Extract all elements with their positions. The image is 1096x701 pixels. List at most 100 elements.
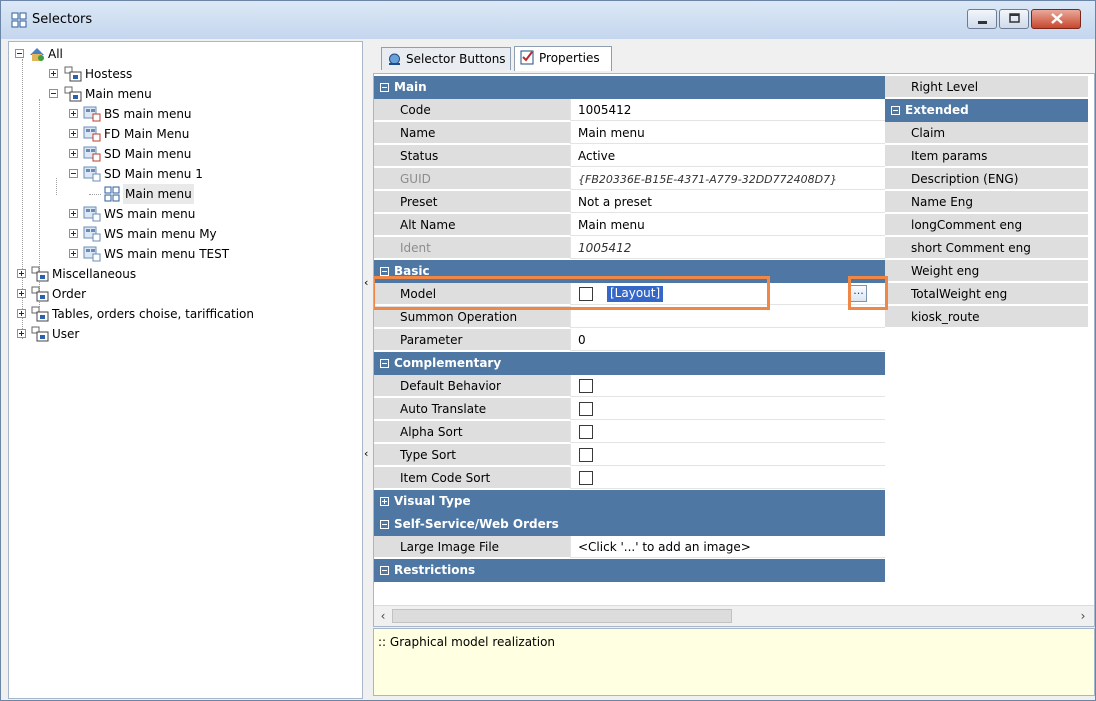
close-button[interactable] bbox=[1031, 9, 1081, 29]
property-total-weight-eng[interactable]: TotalWeight eng bbox=[885, 283, 1088, 305]
pane-splitter[interactable]: ‹ ‹ bbox=[363, 41, 373, 699]
property-value: {FB20336E-B15E-4371-A779-32DD772408D7} bbox=[570, 168, 885, 190]
property-name: Item Code Sort bbox=[374, 467, 570, 489]
category-main[interactable]: Main bbox=[374, 76, 885, 99]
collapse-icon[interactable] bbox=[380, 520, 389, 529]
tree-item-label: BS main menu bbox=[104, 107, 192, 121]
property-grid[interactable]: Main Code 1005412 Name Main menu Status … bbox=[373, 73, 1095, 627]
expand-icon[interactable] bbox=[17, 289, 26, 298]
home-icon bbox=[30, 48, 44, 61]
scroll-left-icon[interactable]: ‹ bbox=[376, 608, 390, 624]
checkbox[interactable] bbox=[579, 379, 593, 393]
property-value[interactable]: Main menu bbox=[570, 214, 885, 236]
tree-item-label: Order bbox=[52, 287, 87, 301]
collapse-icon[interactable] bbox=[69, 169, 78, 178]
checkbox[interactable] bbox=[579, 471, 593, 485]
group-icon bbox=[31, 286, 49, 302]
property-name: Alpha Sort bbox=[374, 421, 570, 443]
minimize-button[interactable] bbox=[967, 9, 997, 29]
title-bar[interactable]: Selectors bbox=[1, 1, 1095, 39]
scrollbar-thumb[interactable] bbox=[392, 609, 732, 623]
expand-icon[interactable] bbox=[69, 209, 78, 218]
properties-icon bbox=[520, 50, 534, 65]
expand-icon[interactable] bbox=[69, 129, 78, 138]
property-name: Auto Translate bbox=[374, 398, 570, 420]
collapse-icon[interactable] bbox=[49, 89, 58, 98]
property-short-comment-eng[interactable]: short Comment eng bbox=[885, 237, 1088, 259]
category-restrictions[interactable]: Restrictions bbox=[374, 559, 885, 582]
tab-properties[interactable]: Properties bbox=[514, 46, 612, 71]
category-complementary[interactable]: Complementary bbox=[374, 352, 885, 375]
property-weight-eng[interactable]: Weight eng bbox=[885, 260, 1088, 282]
checkbox[interactable] bbox=[579, 402, 593, 416]
collapse-icon[interactable] bbox=[380, 83, 389, 92]
selector-icon bbox=[83, 166, 101, 182]
collapse-icon[interactable] bbox=[891, 106, 900, 115]
selector-icon bbox=[83, 106, 101, 122]
tree-item-label: Tables, orders choise, tariffication bbox=[52, 307, 254, 321]
selector-buttons-icon bbox=[389, 53, 400, 65]
browse-button-highlight bbox=[848, 276, 888, 310]
tree-item-label: SD Main menu 1 bbox=[104, 167, 203, 181]
collapse-icon[interactable] bbox=[15, 49, 24, 58]
tree-item-label: WS main menu My bbox=[104, 227, 217, 241]
expand-icon[interactable] bbox=[69, 249, 78, 258]
property-value[interactable] bbox=[570, 467, 885, 489]
checkbox[interactable] bbox=[579, 425, 593, 439]
property-value[interactable]: 1005412 bbox=[570, 99, 885, 121]
property-value[interactable]: Main menu bbox=[570, 122, 885, 144]
description-text: :: Graphical model realization bbox=[378, 635, 556, 649]
property-name: Status bbox=[374, 145, 570, 167]
tree-item-label: Miscellaneous bbox=[52, 267, 137, 281]
collapse-icon[interactable] bbox=[380, 566, 389, 575]
expand-icon[interactable] bbox=[17, 329, 26, 338]
property-value[interactable]: 0 bbox=[570, 329, 885, 351]
expand-icon[interactable] bbox=[17, 309, 26, 318]
checkbox[interactable] bbox=[579, 448, 593, 462]
selector-tree[interactable]: All Hostess Main menu BS main menu FD Ma… bbox=[8, 41, 363, 699]
property-name-eng[interactable]: Name Eng bbox=[885, 191, 1088, 213]
tree-item-label: FD Main Menu bbox=[104, 127, 190, 141]
property-value[interactable] bbox=[570, 375, 885, 397]
expand-icon[interactable] bbox=[380, 497, 389, 506]
tree-item-label: SD Main menu bbox=[104, 147, 192, 161]
expand-icon[interactable] bbox=[17, 269, 26, 278]
collapse-left-icon[interactable]: ‹ bbox=[364, 277, 372, 288]
property-kiosk-route[interactable]: kiosk_route bbox=[885, 306, 1088, 328]
group-icon bbox=[64, 66, 82, 82]
property-value[interactable] bbox=[570, 444, 885, 466]
property-name: Code bbox=[374, 99, 570, 121]
property-value[interactable] bbox=[570, 398, 885, 420]
property-item-params[interactable]: Item params bbox=[885, 145, 1088, 167]
tab-selector-buttons[interactable]: Selector Buttons bbox=[381, 47, 511, 70]
property-description-eng[interactable]: Description (ENG) bbox=[885, 168, 1088, 190]
property-long-comment-eng[interactable]: longComment eng bbox=[885, 214, 1088, 236]
tree-item-label: WS main menu TEST bbox=[104, 247, 230, 261]
expand-icon[interactable] bbox=[69, 229, 78, 238]
collapse-icon[interactable] bbox=[380, 359, 389, 368]
property-value[interactable]: <Click '...' to add an image> bbox=[570, 536, 885, 558]
property-name: Preset bbox=[374, 191, 570, 213]
category-self-service[interactable]: Self-Service/Web Orders bbox=[374, 513, 885, 536]
scroll-right-icon[interactable]: › bbox=[1076, 608, 1090, 624]
property-value[interactable]: Not a preset bbox=[570, 191, 885, 213]
category-visual-type[interactable]: Visual Type bbox=[374, 490, 885, 513]
collapse-icon[interactable] bbox=[380, 267, 389, 276]
property-value[interactable]: Active bbox=[570, 145, 885, 167]
expand-icon[interactable] bbox=[69, 109, 78, 118]
category-extended[interactable]: Extended bbox=[885, 99, 1088, 122]
property-name: Parameter bbox=[374, 329, 570, 351]
property-value[interactable] bbox=[570, 421, 885, 443]
expand-icon[interactable] bbox=[69, 149, 78, 158]
property-name: Ident bbox=[374, 237, 570, 259]
collapse-left-icon[interactable]: ‹ bbox=[364, 448, 372, 459]
maximize-button[interactable] bbox=[999, 9, 1029, 29]
horizontal-scrollbar[interactable]: ‹ › bbox=[374, 605, 1094, 626]
property-claim[interactable]: Claim bbox=[885, 122, 1088, 144]
tree-item-label: User bbox=[52, 327, 80, 341]
category-title: Main bbox=[394, 80, 427, 94]
property-right-level[interactable]: Right Level bbox=[885, 76, 1088, 98]
property-name: Alt Name bbox=[374, 214, 570, 236]
expand-icon[interactable] bbox=[49, 69, 58, 78]
property-name: Name bbox=[374, 122, 570, 144]
